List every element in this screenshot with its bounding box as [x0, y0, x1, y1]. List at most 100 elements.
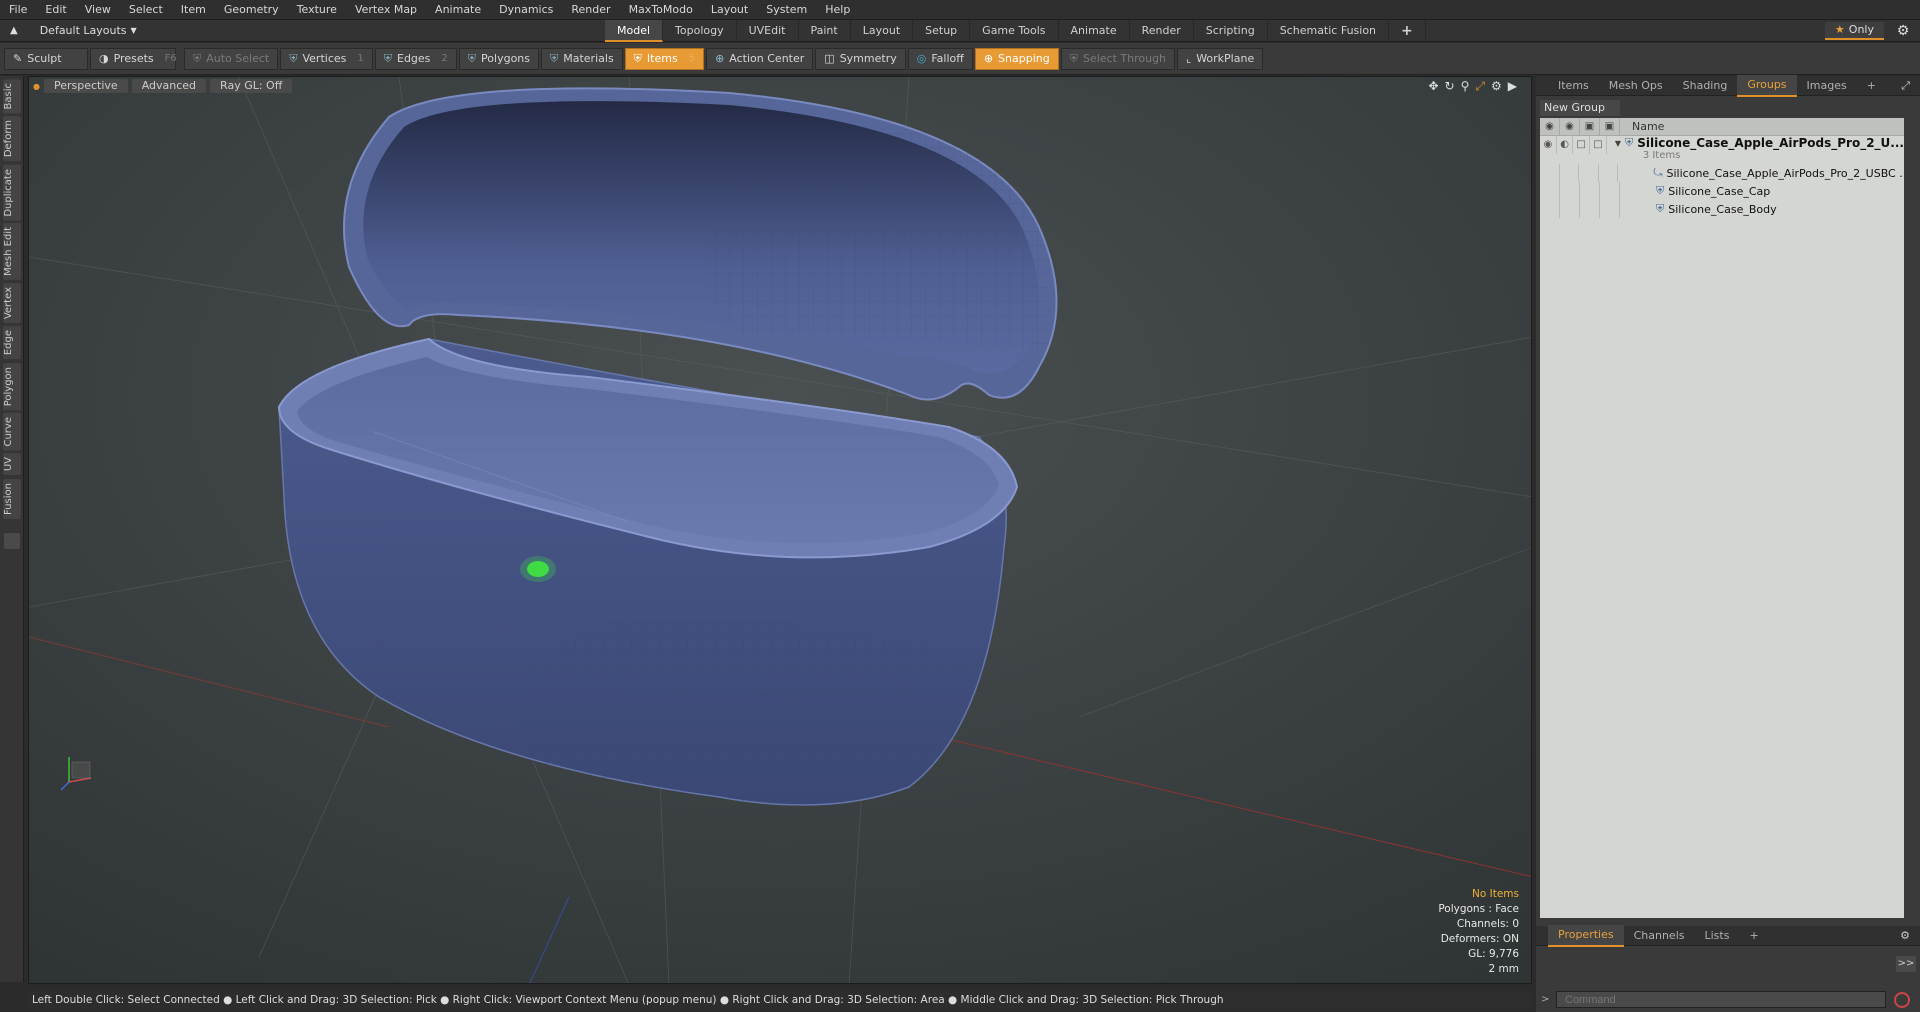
presets-button[interactable]: ◑ Presets F6 — [90, 47, 177, 70]
tab-game-tools[interactable]: Game Tools — [970, 20, 1059, 42]
raygl-button[interactable]: Ray GL: Off — [210, 79, 293, 93]
render-toggle-icon[interactable]: ◐ — [1557, 136, 1574, 154]
new-group-button[interactable]: New Group — [1540, 100, 1620, 116]
polygons-button[interactable]: ⛨ Polygons — [458, 47, 539, 70]
eye-icon[interactable]: ◉ — [1540, 136, 1557, 154]
expand-button[interactable]: >> — [1896, 956, 1916, 972]
viewport-menu-icon[interactable]: ● — [33, 82, 40, 91]
visibility-header-icon[interactable]: ◉ — [1540, 117, 1560, 136]
panel-toggle-button[interactable] — [4, 532, 20, 549]
collapse-icon[interactable]: ▲ — [10, 25, 18, 36]
left-tab-basic[interactable]: Basic — [3, 79, 21, 114]
symmetry-button[interactable]: ◫ Symmetry — [815, 47, 906, 70]
tab-properties[interactable]: Properties — [1548, 924, 1624, 947]
zoom-icon[interactable]: ⚲ — [1461, 79, 1470, 94]
add-tab-button[interactable]: + — [1389, 20, 1426, 42]
left-tab-duplicate[interactable]: Duplicate — [3, 164, 21, 221]
add-panel-tab-button[interactable]: + — [1857, 76, 1886, 96]
tab-schematic-fusion[interactable]: Schematic Fusion — [1268, 20, 1390, 42]
maximize-icon[interactable]: ⤢ — [1475, 79, 1485, 94]
items-icon: ⛨ — [633, 51, 642, 65]
left-tab-deform[interactable]: Deform — [3, 116, 21, 162]
rotate-icon[interactable]: ↻ — [1445, 79, 1455, 94]
tree-row-item[interactable]: ⛨ Silicone_Case_Body — [1540, 200, 1904, 218]
command-input[interactable] — [1556, 991, 1886, 1008]
left-tab-polygon[interactable]: Polygon — [3, 362, 21, 410]
tab-lists[interactable]: Lists — [1695, 926, 1740, 946]
lock-toggle-icon[interactable]: □ — [1573, 136, 1591, 154]
only-button[interactable]: ★ Only — [1824, 22, 1884, 40]
workplane-icon: ⌞ — [1186, 52, 1192, 65]
tab-groups[interactable]: Groups — [1737, 74, 1797, 97]
materials-button[interactable]: ⛨ Materials — [541, 47, 623, 70]
snapping-button[interactable]: ⊕ Snapping — [974, 47, 1059, 70]
shading-mode-button[interactable]: Advanced — [131, 79, 207, 93]
select-toggle-icon[interactable]: □ — [1590, 136, 1607, 154]
menu-texture[interactable]: Texture — [288, 0, 346, 20]
render-header-icon[interactable]: ◉ — [1560, 117, 1580, 136]
menu-file[interactable]: File — [0, 0, 36, 20]
viewport-settings-icon[interactable]: ⚙ — [1491, 79, 1502, 94]
menu-edit[interactable]: Edit — [36, 0, 75, 20]
menu-system[interactable]: System — [757, 0, 816, 20]
left-tab-uv[interactable]: UV — [3, 453, 21, 476]
tab-mesh-ops[interactable]: Mesh Ops — [1599, 76, 1673, 96]
menu-maxtomodo[interactable]: MaxToModo — [620, 0, 702, 20]
add-properties-tab-button[interactable]: + — [1739, 926, 1768, 946]
3d-viewport[interactable]: ● Perspective Advanced Ray GL: Off ✥ ↻ ⚲… — [28, 76, 1532, 984]
command-record-icon[interactable] — [1894, 992, 1910, 1008]
vertices-button[interactable]: ⛨ Vertices 1 — [280, 47, 373, 70]
action-center-button[interactable]: ⊕ Action Center — [706, 47, 814, 70]
menu-animate[interactable]: Animate — [426, 0, 490, 20]
layouts-dropdown[interactable]: ▲ Default Layouts ▼ — [0, 20, 145, 42]
edges-button[interactable]: ⛨ Edges 2 — [374, 47, 457, 70]
left-tab-curve[interactable]: Curve — [3, 412, 21, 451]
tab-render[interactable]: Render — [1130, 20, 1194, 42]
menu-help[interactable]: Help — [816, 0, 859, 20]
tab-shading[interactable]: Shading — [1673, 76, 1738, 96]
tab-scripting[interactable]: Scripting — [1194, 20, 1268, 42]
tree-row-group[interactable]: ◉ ◐ □ □ ▼ ⛨ Silicone_Case_Apple_AirPods_… — [1540, 136, 1904, 164]
menu-layout[interactable]: Layout — [702, 0, 757, 20]
menu-render[interactable]: Render — [562, 0, 619, 20]
menu-view[interactable]: View — [76, 0, 120, 20]
falloff-button[interactable]: ◎ Falloff — [907, 47, 973, 70]
left-tab-vertex[interactable]: Vertex — [3, 283, 21, 324]
left-tab-edge[interactable]: Edge — [3, 326, 21, 360]
tab-setup[interactable]: Setup — [913, 20, 971, 42]
lock-header-icon[interactable]: ▣ — [1580, 117, 1600, 136]
sculpt-button[interactable]: ✎ Sculpt — [4, 47, 88, 70]
tab-animate[interactable]: Animate — [1059, 20, 1130, 42]
tab-items[interactable]: Items — [1548, 76, 1599, 96]
menu-geometry[interactable]: Geometry — [215, 0, 288, 20]
gear-icon[interactable]: ⚙ — [1894, 22, 1912, 40]
play-icon[interactable]: ▶ — [1508, 79, 1517, 94]
left-tab-mesh-edit[interactable]: Mesh Edit — [3, 223, 21, 281]
left-tab-fusion[interactable]: Fusion — [3, 478, 21, 519]
tree-row-item[interactable]: ⤿ Silicone_Case_Apple_AirPods_Pro_2_USBC… — [1540, 164, 1904, 182]
menu-dynamics[interactable]: Dynamics — [490, 0, 562, 20]
move-icon[interactable]: ✥ — [1428, 79, 1438, 94]
menu-select[interactable]: Select — [120, 0, 172, 20]
workplane-button[interactable]: ⌞ WorkPlane — [1177, 47, 1264, 70]
tab-channels[interactable]: Channels — [1624, 926, 1695, 946]
tab-paint[interactable]: Paint — [799, 20, 851, 42]
select-through-button[interactable]: ⛨ Select Through — [1060, 47, 1176, 70]
tree-row-item[interactable]: ⛨ Silicone_Case_Cap — [1540, 182, 1904, 200]
tab-layout[interactable]: Layout — [851, 20, 914, 42]
expand-arrow-icon[interactable]: ▼ — [1615, 139, 1621, 148]
tab-model[interactable]: Model — [605, 20, 664, 42]
menu-vertex-map[interactable]: Vertex Map — [346, 0, 426, 20]
menu-item[interactable]: Item — [172, 0, 215, 20]
items-button[interactable]: ⛨ Items 5 — [624, 47, 705, 70]
view-mode-button[interactable]: Perspective — [43, 79, 128, 93]
select-header-icon[interactable]: ▣ — [1600, 117, 1620, 136]
tree-header: ◉ ◉ ▣ ▣ Name — [1540, 117, 1904, 136]
shield-icon: ⛨ — [193, 51, 202, 65]
auto-select-button[interactable]: ⛨ Auto Select — [184, 47, 279, 70]
tab-topology[interactable]: Topology — [663, 20, 737, 42]
tab-uvedit[interactable]: UVEdit — [737, 20, 799, 42]
properties-settings-icon[interactable]: ⚙ — [1900, 929, 1910, 942]
expand-panel-icon[interactable]: ⤢ — [1901, 79, 1910, 93]
tab-images[interactable]: Images — [1797, 76, 1857, 96]
